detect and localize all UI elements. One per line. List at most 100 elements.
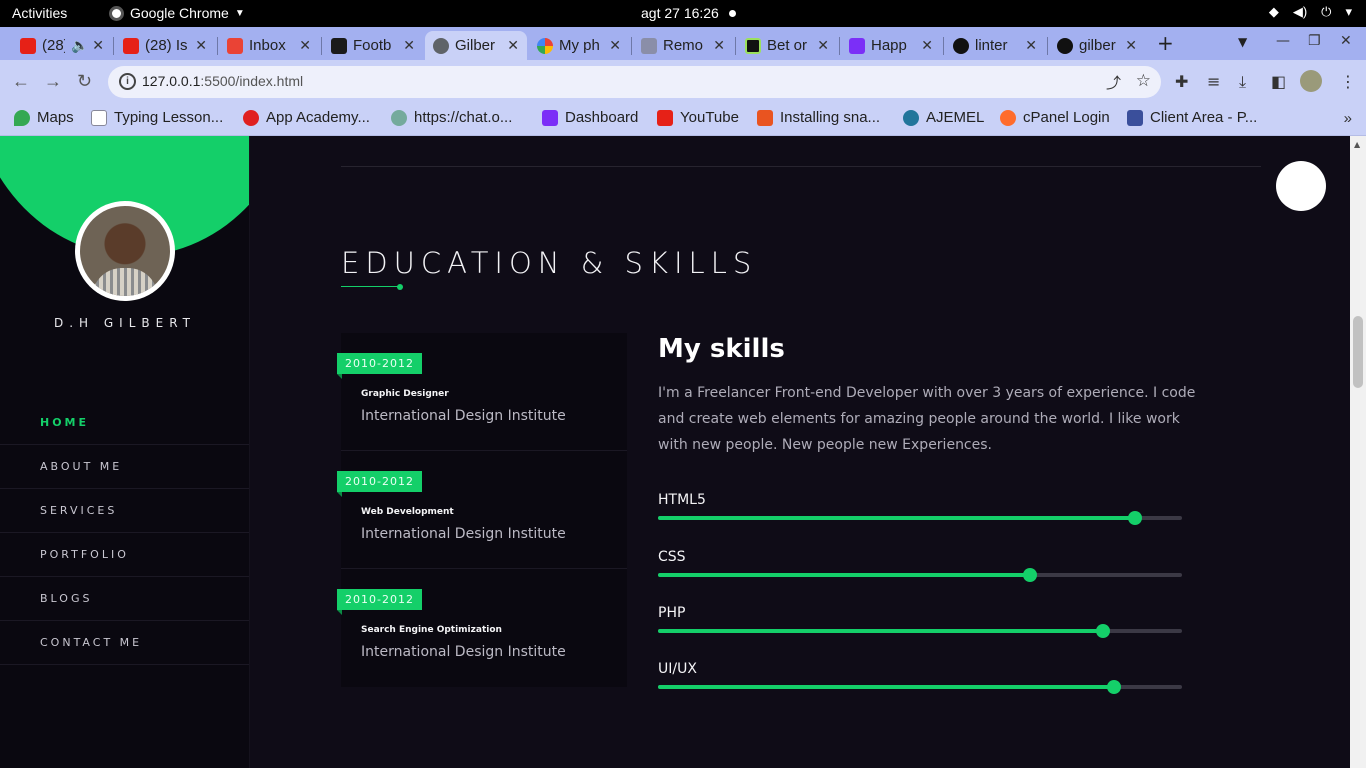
skill-track [658,568,1182,582]
bookmark-item[interactable]: App Academy... [243,109,370,126]
forward-arrow-icon[interactable]: → [44,71,62,92]
tab-close-icon[interactable]: ✕ [921,37,933,54]
system-tray[interactable]: ◆ ◀) ⏻ ▾ [1269,4,1352,20]
tab-close-icon[interactable]: ✕ [713,37,725,54]
tab[interactable]: Happ ✕ [841,31,941,60]
tab[interactable]: (28) Is ✕ [115,31,215,60]
nav-item-services[interactable]: SERVICES [0,489,249,533]
bookmark-item[interactable]: Client Area - P... [1127,109,1257,126]
skills-description: I'm a Freelancer Front-end Developer wit… [658,385,1196,453]
clock[interactable]: agt 27 16:26 [641,5,736,21]
nav-item-contact[interactable]: CONTACT ME [0,621,249,665]
avatar [75,201,175,301]
tab[interactable]: Footb ✕ [323,31,423,60]
skill-knob [1096,624,1111,638]
more-bookmarks-chevron-icon[interactable]: » [1344,110,1352,127]
nav-item-home[interactable]: HOME [0,401,249,445]
tab-label: Footb [353,37,392,54]
restore-icon[interactable]: ❐ [1308,33,1321,49]
tab-close-icon[interactable]: ✕ [1025,37,1037,54]
tab-close-icon[interactable]: ✕ [1125,37,1137,54]
site-info-icon[interactable]: i [119,73,136,90]
new-tab-plus-icon[interactable]: + [1157,31,1174,55]
extensions-puzzle-icon[interactable]: ✚ [1175,72,1188,91]
nav-item-about[interactable]: ABOUT ME [0,445,249,489]
bookmark-star-icon[interactable]: ☆ [1136,71,1151,91]
tab[interactable]: gilber ✕ [1049,31,1145,60]
bookmark-item[interactable]: AJEMEL [903,109,984,126]
page-scrollbar[interactable]: ▲ [1350,136,1366,768]
tab-close-icon[interactable]: ✕ [195,37,207,54]
remote-icon [641,37,657,54]
bookmark-label: AJEMEL [926,109,985,126]
tab-label: My ph [559,37,600,54]
chevron-down-icon: ▾ [1345,4,1352,19]
minimize-icon[interactable]: — [1276,33,1290,49]
bookmark-item[interactable]: Installing sna... [757,109,880,126]
tab-close-icon[interactable]: 🔈 ✕ [71,37,104,54]
bookmark-item[interactable]: https://chat.o... [391,109,512,126]
skill-knob [1023,568,1038,582]
tab-label: Happ [871,37,907,54]
tab[interactable]: My ph ✕ [529,31,629,60]
tab-active[interactable]: Gilber ✕ [425,31,527,60]
bookmark-item[interactable]: Dashboard [542,109,638,126]
floating-action-button[interactable] [1276,161,1326,211]
education-item: 2010-2012 Search Engine Optimization Int… [337,569,627,687]
skill-label: CSS [658,549,686,565]
main-content: EDUCATION & SKILLS 2010-2012 Graphic Des… [250,136,1350,768]
tab-label: gilber [1079,37,1116,54]
profile-avatar-icon[interactable] [1300,70,1322,92]
maps-icon [14,109,30,126]
download-icon[interactable]: ⤓ [1239,72,1246,92]
reload-icon[interactable]: ↻ [77,71,92,92]
bookmark-label: YouTube [680,109,739,126]
happy-icon [849,37,865,54]
tab-close-icon[interactable]: ✕ [299,37,311,54]
nav-item-portfolio[interactable]: PORTFOLIO [0,533,249,577]
divider [341,166,1261,167]
bookmark-item[interactable]: YouTube [657,109,739,126]
url-text[interactable]: 127.0.0.1:5500/index.html [142,73,303,89]
bookmark-item[interactable]: cPanel Login [1000,109,1110,126]
app-academy-icon [243,109,259,126]
bookmark-item[interactable]: Typing Lesson... [91,109,223,126]
side-panel-icon[interactable]: ◧ [1271,72,1286,91]
bet-icon [745,37,761,54]
bookmarks-bar: Maps Typing Lesson... App Academy... htt… [0,103,1366,136]
tab-search-chevron-icon[interactable]: ▼ [1238,35,1247,49]
tab-label: Gilber [455,37,496,54]
bookmark-item[interactable]: Maps [14,109,74,126]
scroll-up-arrow-icon[interactable]: ▲ [1354,140,1360,149]
tab[interactable]: linter ✕ [945,31,1045,60]
app-menu[interactable]: Google Chrome ▼ [109,5,245,21]
activities-button[interactable]: Activities [12,5,67,21]
close-window-icon[interactable]: ✕ [1340,33,1352,49]
chatgpt-icon [391,109,407,126]
education-school: International Design Institute [361,644,566,660]
skill-track [658,624,1182,638]
share-icon[interactable]: ⤴ [1106,72,1121,93]
menu-kebab-icon[interactable]: ⋮ [1340,72,1356,91]
address-bar[interactable]: i 127.0.0.1:5500/index.html ⤴ ☆ [108,66,1161,98]
tab-close-icon[interactable]: ✕ [403,37,415,54]
profile-photo [80,206,170,296]
skill-track [658,680,1182,694]
tab[interactable]: Inbox ✕ [219,31,319,60]
client-area-icon [1127,109,1143,126]
education-role: Web Development [361,507,454,517]
skill-fill [658,629,1104,633]
bookmark-label: App Academy... [266,109,370,126]
tab-close-icon[interactable]: ✕ [609,37,621,54]
education-role: Graphic Designer [361,389,449,399]
back-arrow-icon[interactable]: ← [12,71,30,92]
tab[interactable]: Remo ✕ [633,31,733,60]
app-name: Google Chrome [130,5,229,21]
tab[interactable]: (28) 🔈 ✕ [12,31,112,60]
scrollbar-thumb[interactable] [1353,316,1363,388]
tab-close-icon[interactable]: ✕ [507,37,519,54]
nav-item-blogs[interactable]: BLOGS [0,577,249,621]
tab-close-icon[interactable]: ✕ [817,37,829,54]
tab[interactable]: Bet or ✕ [737,31,837,60]
media-queue-icon[interactable]: ≡ [1207,72,1220,91]
